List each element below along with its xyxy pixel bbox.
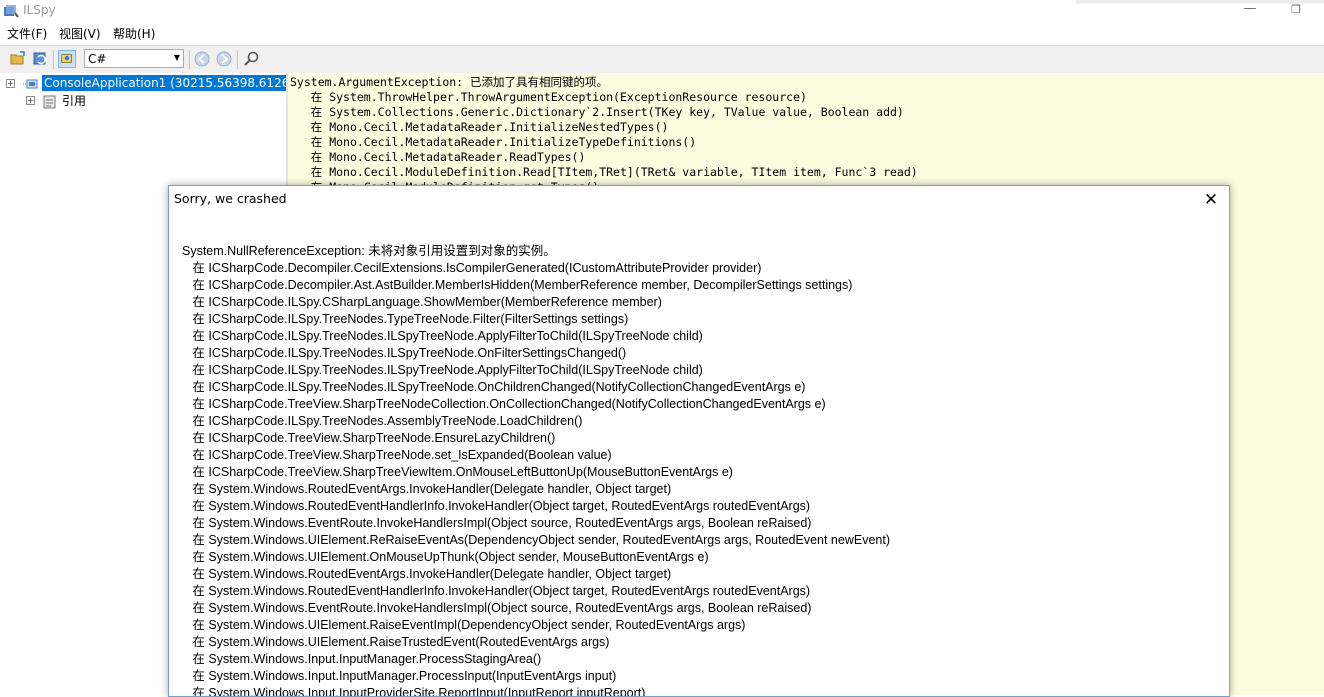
- menu-bar: 文件(F) 视图(V) 帮助(H): [0, 22, 1324, 44]
- stack-trace-line: 在 ICSharpCode.ILSpy.TreeNodes.TypeTreeNo…: [182, 312, 629, 326]
- stack-trace-line: 在 ICSharpCode.TreeView.SharpTreeNodeColl…: [182, 397, 826, 411]
- stack-trace-line: 在 System.Windows.RoutedEventHandlerInfo.…: [182, 499, 811, 513]
- chevron-down-icon: ▼: [173, 53, 180, 62]
- stack-trace-line: 在 System.Windows.RoutedEventArgs.InvokeH…: [182, 567, 672, 581]
- output-line: 在 Mono.Cecil.MetadataReader.InitializeTy…: [290, 135, 697, 149]
- search-icon[interactable]: [243, 50, 261, 68]
- stack-trace-line: 在 System.Windows.EventRoute.InvokeHandle…: [182, 601, 812, 615]
- stack-trace-line: 在 ICSharpCode.ILSpy.TreeNodes.ILSpyTreeN…: [182, 380, 806, 394]
- tree-node-references[interactable]: 引用: [62, 93, 86, 109]
- stack-trace-line: 在 System.Windows.Input.InputManager.Proc…: [182, 669, 617, 683]
- output-line: 在 Mono.Cecil.ModuleDefinition.Read[TItem…: [290, 165, 918, 179]
- stack-trace-line: 在 ICSharpCode.ILSpy.CSharpLanguage.ShowM…: [182, 295, 662, 309]
- crash-stack-trace: System.NullReferenceException: 未将对象引用设置到…: [182, 243, 890, 697]
- references-icon: [43, 95, 56, 109]
- toolbar-separator: [237, 50, 238, 69]
- menu-help[interactable]: 帮助(H): [113, 25, 155, 42]
- stack-trace-line: 在 ICSharpCode.ILSpy.TreeNodes.AssemblyTr…: [182, 414, 583, 428]
- exception-text: System.ArgumentException: 已添加了具有相同键的项。 在…: [290, 75, 918, 195]
- language-select[interactable]: C# ▼: [84, 49, 184, 68]
- title-bar: ILSpy — ❐: [0, 0, 1324, 22]
- output-line: 在 Mono.Cecil.MetadataReader.InitializeNe…: [290, 120, 669, 134]
- stack-trace-line: 在 ICSharpCode.ILSpy.TreeNodes.ILSpyTreeN…: [182, 346, 627, 360]
- output-line: 在 Mono.Cecil.MetadataReader.ReadTypes(): [290, 150, 586, 164]
- stack-trace-line: 在 System.Windows.UIElement.RaiseEventImp…: [182, 618, 746, 632]
- forward-icon[interactable]: [215, 50, 233, 68]
- stack-trace-line: 在 ICSharpCode.TreeView.SharpTreeNode.Ens…: [182, 431, 556, 445]
- stack-trace-line: 在 System.Windows.UIElement.ReRaiseEventA…: [182, 533, 890, 547]
- show-internal-icon[interactable]: [58, 50, 76, 68]
- stack-trace-line: 在 System.Windows.UIElement.OnMouseUpThun…: [182, 550, 709, 564]
- menu-view[interactable]: 视图(V): [59, 25, 101, 42]
- stack-trace-line: 在 ICSharpCode.Decompiler.Ast.AstBuilder.…: [182, 278, 853, 292]
- stack-trace-line: 在 System.Windows.RoutedEventArgs.InvokeH…: [182, 482, 672, 496]
- toolbar-separator: [189, 50, 190, 69]
- minimize-button[interactable]: —: [1238, 0, 1262, 20]
- reload-icon[interactable]: [32, 50, 50, 68]
- open-icon[interactable]: [9, 50, 27, 68]
- language-select-value: C#: [88, 52, 107, 66]
- close-icon[interactable]: ✕: [1199, 189, 1223, 211]
- output-line: 在 System.Collections.Generic.Dictionary`…: [290, 105, 904, 119]
- toolbar: C# ▼: [0, 45, 1324, 73]
- window-title: ILSpy: [23, 3, 56, 17]
- assembly-icon: [23, 79, 38, 89]
- stack-trace-line: 在 System.Windows.Input.InputManager.Proc…: [182, 652, 542, 666]
- menu-file[interactable]: 文件(F): [7, 25, 47, 42]
- dialog-title: Sorry, we crashed: [174, 191, 287, 206]
- stack-trace-line: 在 ICSharpCode.Decompiler.CecilExtensions…: [182, 261, 762, 275]
- toolbar-separator: [53, 50, 54, 69]
- expand-icon[interactable]: +: [6, 79, 15, 88]
- stack-trace-line: 在 ICSharpCode.TreeView.SharpTreeViewItem…: [182, 465, 733, 479]
- restore-button[interactable]: ❐: [1284, 0, 1308, 20]
- stack-trace-line: 在 System.Windows.Input.InputProviderSite…: [182, 686, 646, 697]
- stack-trace-line: 在 System.Windows.EventRoute.InvokeHandle…: [182, 516, 812, 530]
- stack-trace-line: System.NullReferenceException: 未将对象引用设置到…: [182, 244, 556, 258]
- stack-trace-line: 在 ICSharpCode.TreeView.SharpTreeNode.set…: [182, 448, 612, 462]
- crash-dialog: Sorry, we crashed ✕ System.NullReference…: [168, 185, 1230, 697]
- stack-trace-line: 在 ICSharpCode.ILSpy.TreeNodes.ILSpyTreeN…: [182, 329, 703, 343]
- tree-node-console-application[interactable]: ConsoleApplication1 (30215.56398.61261: [42, 75, 286, 91]
- back-icon[interactable]: [193, 50, 211, 68]
- output-line: 在 System.ThrowHelper.ThrowArgumentExcept…: [290, 90, 807, 104]
- ilspy-app-icon: [4, 5, 19, 18]
- stack-trace-line: 在 System.Windows.RoutedEventHandlerInfo.…: [182, 584, 811, 598]
- stack-trace-line: 在 System.Windows.UIElement.RaiseTrustedE…: [182, 635, 610, 649]
- stack-trace-line: 在 ICSharpCode.ILSpy.TreeNodes.ILSpyTreeN…: [182, 363, 703, 377]
- output-line: System.ArgumentException: 已添加了具有相同键的项。: [290, 75, 609, 89]
- expand-icon[interactable]: +: [26, 96, 35, 105]
